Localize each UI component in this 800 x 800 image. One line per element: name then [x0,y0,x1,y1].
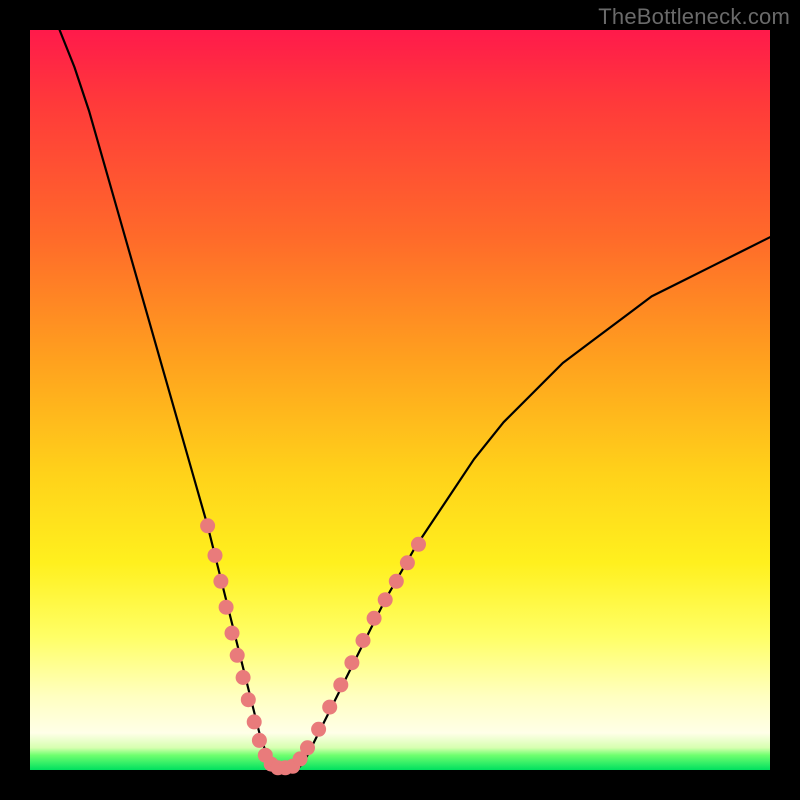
chart-frame: TheBottleneck.com [0,0,800,800]
curve-marker [225,626,240,641]
curve-marker [400,555,415,570]
curve-marker [322,700,337,715]
curve-marker [247,714,262,729]
curve-marker [252,733,267,748]
plot-area [30,30,770,770]
curve-marker [333,677,348,692]
curve-marker [389,574,404,589]
curve-marker [219,600,234,615]
curve-marker [208,548,223,563]
curve-marker [236,670,251,685]
curve-markers-group [200,518,426,775]
curve-marker [378,592,393,607]
curve-marker [411,537,426,552]
curve-marker [241,692,256,707]
curve-marker [367,611,382,626]
curve-marker [200,518,215,533]
bottleneck-curve [60,30,770,770]
watermark-text: TheBottleneck.com [598,4,790,30]
curve-marker [213,574,228,589]
chart-svg [30,30,770,770]
curve-marker [230,648,245,663]
curve-marker [356,633,371,648]
curve-marker [311,722,326,737]
curve-marker [344,655,359,670]
curve-marker [300,740,315,755]
